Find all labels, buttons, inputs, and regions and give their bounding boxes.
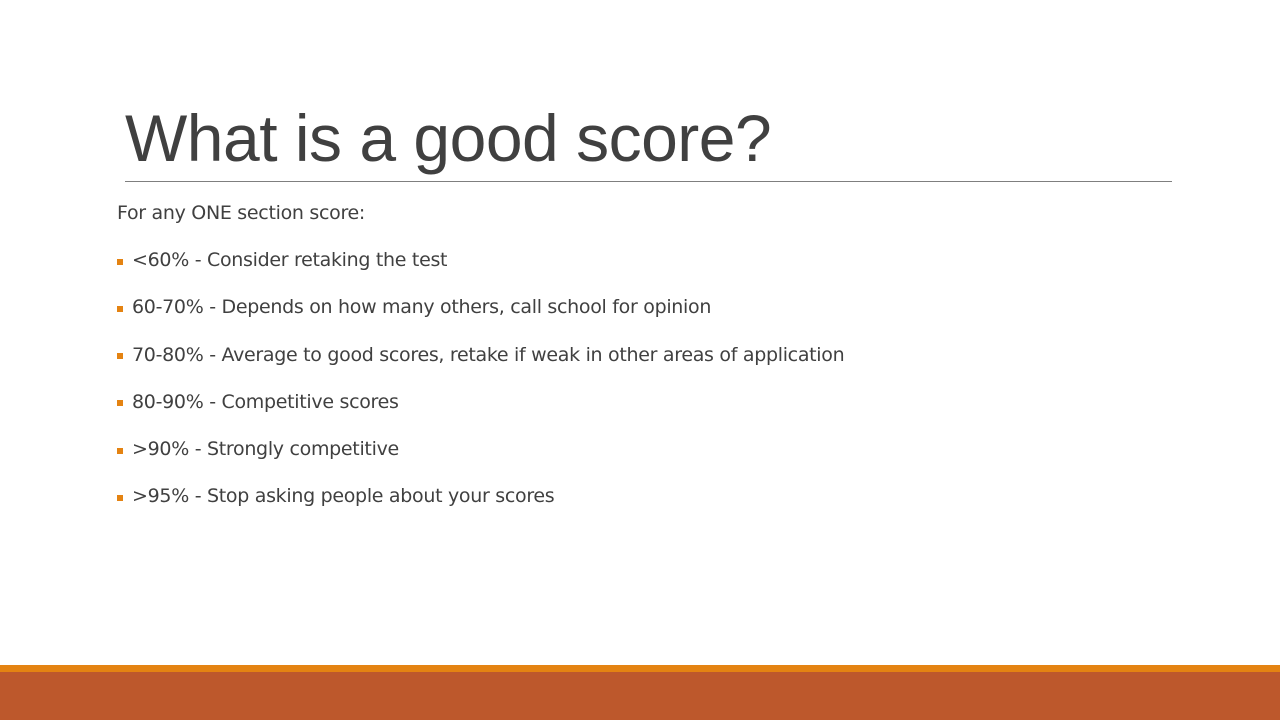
slide: What is a good score? For any ONE sectio… <box>0 0 1280 720</box>
bullet-item: >95% - Stop asking people about your sco… <box>117 481 844 511</box>
square-bullet-icon <box>117 494 123 501</box>
bullet-text: 60-70% - Depends on how many others, cal… <box>132 296 712 319</box>
square-bullet-icon <box>117 305 123 312</box>
slide-content: For any ONE section score: <60% - Consid… <box>117 198 845 529</box>
bullet-list: <60% - Consider retaking the test 60-70%… <box>117 245 845 511</box>
title-divider <box>125 181 1172 182</box>
square-bullet-icon <box>117 400 123 407</box>
footer-accent-stripe <box>0 665 1280 672</box>
bullet-item: 80-90% - Competitive scores <box>117 387 844 417</box>
bullet-item: 70-80% - Average to good scores, retake … <box>117 340 845 370</box>
intro-text: For any ONE section score: <box>117 202 366 224</box>
bullet-item: >90% - Strongly competitive <box>117 434 844 464</box>
square-bullet-icon <box>117 353 123 360</box>
bullet-item: 60-70% - Depends on how many others, cal… <box>117 292 844 322</box>
square-bullet-icon <box>117 258 123 265</box>
bullet-text: >90% - Strongly competitive <box>132 438 399 461</box>
bullet-text: >95% - Stop asking people about your sco… <box>132 485 555 508</box>
bullet-text: 70-80% - Average to good scores, retake … <box>132 343 845 366</box>
footer-band <box>0 672 1280 720</box>
bullet-item: <60% - Consider retaking the test <box>117 245 844 275</box>
slide-title: What is a good score? <box>125 101 772 175</box>
bullet-text: <60% - Consider retaking the test <box>132 249 448 271</box>
square-bullet-icon <box>117 447 123 454</box>
bullet-text: 80-90% - Competitive scores <box>132 390 399 413</box>
